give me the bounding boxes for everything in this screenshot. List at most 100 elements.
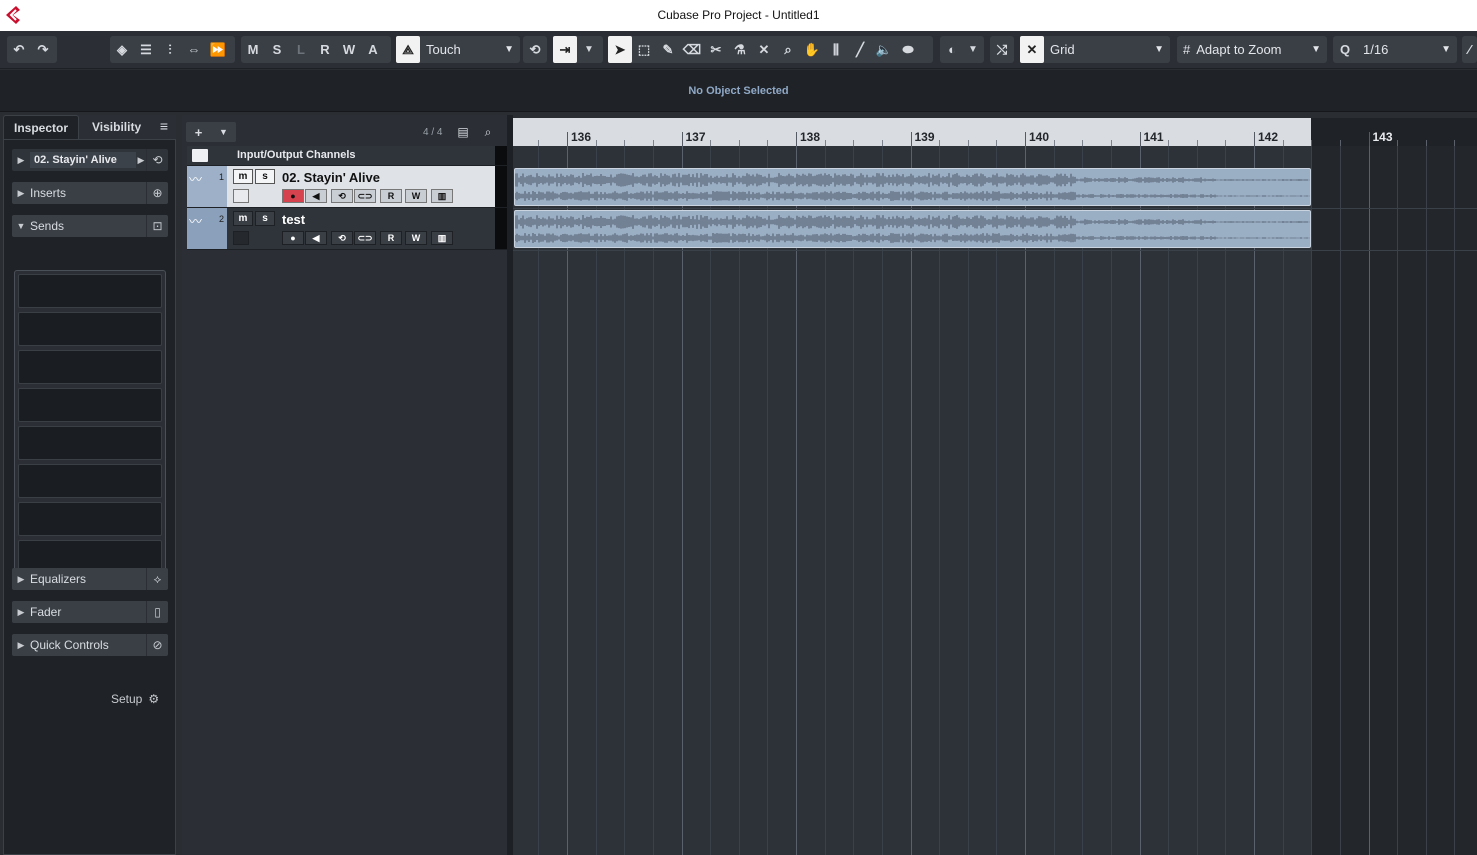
bypass-inserts-icon[interactable]: ⊕: [146, 182, 168, 204]
write-automation-button[interactable]: W: [405, 189, 427, 203]
track-visibility-icon[interactable]: ☰: [134, 36, 158, 63]
monitor-button[interactable]: ◀: [305, 231, 327, 245]
ruler-after-end[interactable]: 143: [1311, 118, 1477, 146]
track-list-settings-icon[interactable]: ▤: [453, 123, 473, 141]
tab-visibility[interactable]: Visibility: [82, 115, 151, 139]
read-automation-button[interactable]: R: [380, 231, 402, 245]
mute-button[interactable]: m: [233, 169, 253, 184]
mute-tool-icon[interactable]: ✕: [752, 36, 776, 63]
timebase-icon[interactable]: ⟲: [331, 189, 353, 203]
track-row[interactable]: 〰 2 m s test ● ◀ ⟲ ⊂⊃ R W ▥: [187, 208, 507, 250]
sends-section[interactable]: ▼ Sends ⊡: [12, 215, 168, 237]
send-slot[interactable]: [18, 388, 162, 422]
track-checkbox[interactable]: [233, 189, 249, 203]
monitor-button[interactable]: ◀: [305, 189, 327, 203]
object-selection-tool-icon[interactable]: ➤: [608, 36, 632, 63]
send-slot[interactable]: [18, 502, 162, 536]
comp-tool-icon[interactable]: ⫼: [824, 36, 848, 63]
send-slot[interactable]: [18, 426, 162, 460]
audio-event[interactable]: [514, 210, 1311, 248]
listen-all-button[interactable]: L: [289, 36, 313, 63]
solo-button[interactable]: s: [255, 169, 275, 184]
redo-icon[interactable]: ↷: [31, 36, 55, 63]
inspector-track-section[interactable]: ▶ 02. Stayin' Alive ▶ ⟲: [12, 149, 168, 171]
folder-track-row[interactable]: Input/Output Channels: [187, 146, 507, 166]
send-slot[interactable]: [18, 350, 162, 384]
color-menu-group: ◐ ▼: [940, 36, 984, 63]
automation-mode-dropdown[interactable]: ⟁ Touch ▼: [396, 36, 520, 63]
inspector-setup-button[interactable]: Setup ⚙: [111, 692, 159, 706]
lock-icon[interactable]: ⊂⊃: [354, 231, 376, 245]
snap-zero-crossing-icon[interactable]: ⤭: [990, 36, 1014, 63]
lock-icon[interactable]: ⊂⊃: [354, 189, 376, 203]
inspector-tabs: Inspector Visibility ≡: [3, 115, 176, 139]
write-automation-button[interactable]: W: [405, 231, 427, 245]
audio-event[interactable]: [514, 168, 1311, 206]
chevron-down-icon[interactable]: ▼: [577, 36, 601, 63]
track-checkbox[interactable]: [233, 231, 249, 245]
track-name[interactable]: 02. Stayin' Alive: [282, 170, 380, 185]
play-tool-icon[interactable]: 🔈: [872, 36, 896, 63]
fader-section[interactable]: ▶ Fader ▯: [12, 601, 168, 623]
send-slot[interactable]: [18, 274, 162, 308]
automation-panel-button[interactable]: A: [361, 36, 385, 63]
equalizers-section[interactable]: ▶ Equalizers ⟡: [12, 568, 168, 590]
inspector-menu-icon[interactable]: ≡: [156, 115, 172, 139]
timebase-icon[interactable]: ⟲: [331, 231, 353, 245]
split-tool-icon[interactable]: ✂: [704, 36, 728, 63]
quantize-dropdown[interactable]: Q 1/16 ▼: [1333, 36, 1457, 63]
send-slot[interactable]: [18, 464, 162, 498]
draw-tool-icon[interactable]: ✎: [656, 36, 680, 63]
bypass-eq-icon[interactable]: ⟡: [146, 568, 168, 590]
track-row[interactable]: 〰 1 m s 02. Stayin' Alive ● ◀ ⟲ ⊂⊃ R W ▥: [187, 166, 507, 208]
chevron-down-icon[interactable]: ▼: [964, 36, 982, 63]
edit-mode-icon[interactable]: ⇥: [553, 36, 577, 63]
mixer-icon[interactable]: ⫶: [158, 36, 182, 63]
line-tool-icon[interactable]: ╱: [848, 36, 872, 63]
constrain-delay-icon[interactable]: ◈: [110, 36, 134, 63]
write-all-button[interactable]: W: [337, 36, 361, 63]
hand-tool-icon[interactable]: ✋: [800, 36, 824, 63]
grid-line: [1196, 146, 1198, 855]
color-palette-icon[interactable]: ◐: [940, 36, 964, 63]
iterative-quantize-icon[interactable]: ⁄: [1462, 36, 1477, 63]
quick-controls-knob-icon[interactable]: ⊘: [146, 634, 168, 656]
grid-type-dropdown[interactable]: # Adapt to Zoom ▼: [1177, 36, 1327, 63]
track-name[interactable]: test: [282, 212, 305, 227]
send-slot[interactable]: [18, 312, 162, 346]
mute-all-button[interactable]: M: [241, 36, 265, 63]
solo-all-button[interactable]: S: [265, 36, 289, 63]
channel-settings-icon[interactable]: ▥: [431, 231, 453, 245]
range-selection-tool-icon[interactable]: ⬚: [632, 36, 656, 63]
tab-inspector[interactable]: Inspector: [3, 115, 80, 139]
edit-channel-icon[interactable]: ⟲: [146, 149, 168, 171]
inserts-section[interactable]: ▶ Inserts ⊕: [12, 182, 168, 204]
record-enable-button[interactable]: ●: [282, 189, 304, 203]
read-all-button[interactable]: R: [313, 36, 337, 63]
snap-type-dropdown[interactable]: ✕ Grid ▼: [1020, 36, 1170, 63]
erase-tool-icon[interactable]: ⌫: [680, 36, 704, 63]
mute-button[interactable]: m: [233, 211, 253, 226]
record-enable-button[interactable]: ●: [282, 231, 304, 245]
project-event-display[interactable]: [513, 146, 1477, 855]
solo-button[interactable]: s: [255, 211, 275, 226]
color-tool-icon[interactable]: ⬬: [896, 36, 920, 63]
auto-scroll-icon[interactable]: ⟲: [523, 36, 547, 63]
ruler-bar-tick: [681, 132, 683, 146]
expand-triangle-icon: ▶: [17, 187, 25, 198]
glue-tool-icon[interactable]: ⚗: [728, 36, 752, 63]
zoom-horizontal-icon[interactable]: ⇔: [182, 36, 206, 63]
ruler[interactable]: 136 137 138 139 140 141 142: [513, 118, 1311, 146]
add-track-button[interactable]: + ▼: [186, 122, 236, 142]
grid-line: [1339, 146, 1341, 855]
undo-icon[interactable]: ↶: [7, 36, 31, 63]
read-automation-button[interactable]: R: [380, 189, 402, 203]
bypass-sends-icon[interactable]: ⊡: [146, 215, 168, 237]
undo-redo-group: ↶ ↷: [7, 36, 57, 63]
fast-forward-icon[interactable]: ⏩: [206, 36, 230, 63]
quick-controls-section[interactable]: ▶ Quick Controls ⊘: [12, 634, 168, 656]
zoom-tool-icon[interactable]: ⌕: [776, 36, 800, 63]
channel-settings-icon[interactable]: ▥: [431, 189, 453, 203]
folder-name: Input/Output Channels: [237, 149, 356, 161]
search-icon[interactable]: ⌕: [478, 123, 498, 141]
